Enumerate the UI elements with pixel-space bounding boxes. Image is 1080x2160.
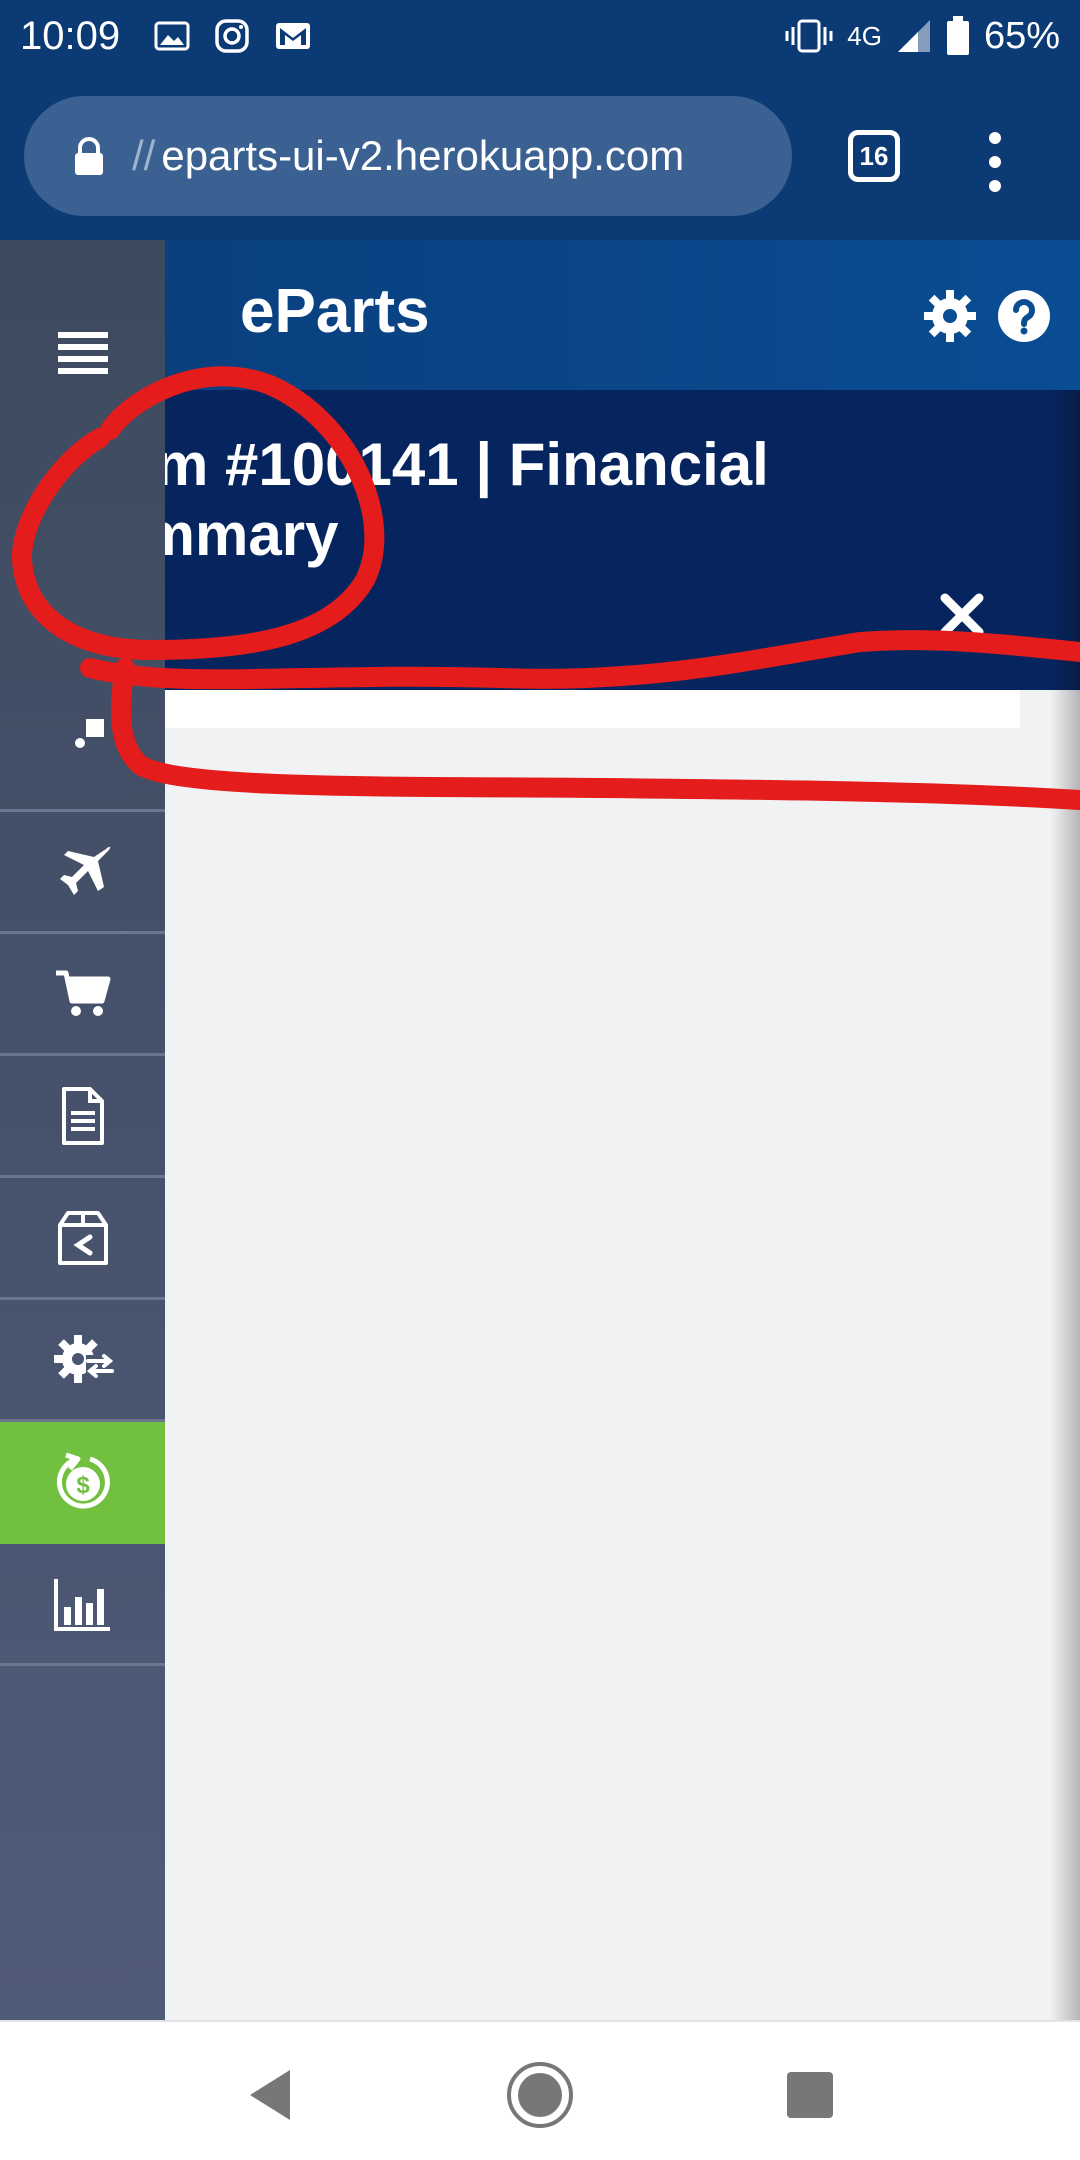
- menu-icon: [57, 332, 108, 374]
- browser-toolbar: // eparts-ui-v2.herokuapp.com 16: [0, 72, 1080, 240]
- recents-icon[interactable]: [775, 2060, 845, 2130]
- partially-hidden-icon: [74, 718, 104, 748]
- tab-count: 16: [859, 140, 889, 171]
- home-icon[interactable]: [505, 2060, 575, 2130]
- network-type: 4G: [847, 20, 882, 51]
- sidebar-item-financials[interactable]: $: [0, 1422, 165, 1544]
- url-scheme: //: [132, 132, 156, 179]
- cart-icon: [55, 970, 110, 1016]
- box-return-icon: [57, 1210, 108, 1265]
- document-icon: [61, 1086, 104, 1145]
- lock-icon: [75, 137, 103, 175]
- svg-text:$: $: [76, 1472, 90, 1499]
- page-title: aim #100141 | Financial ummary: [165, 431, 769, 568]
- help-icon[interactable]: [996, 288, 1052, 344]
- status-bar: 10:09 4G 65%: [0, 0, 1080, 72]
- airplane-icon: [59, 846, 110, 895]
- signal-icon: [897, 20, 930, 52]
- content-strip: [165, 690, 1020, 728]
- sidebar-item-flights[interactable]: [0, 812, 165, 934]
- system-nav-bar: [0, 2020, 1080, 2160]
- page-title-band: aim #100141 | Financial ummary: [165, 390, 1080, 690]
- instagram-icon: [215, 19, 249, 53]
- battery-percent: 65%: [983, 14, 1060, 57]
- gallery-icon: [154, 21, 190, 51]
- sidebar-item-settings-exchange[interactable]: [0, 1300, 165, 1422]
- sidebar: $: [0, 240, 165, 2020]
- vibrate-icon: [785, 19, 833, 53]
- sidebar-item-reports[interactable]: [0, 1544, 165, 1666]
- tab-switcher-button[interactable]: 16: [848, 130, 900, 182]
- sidebar-item-menu[interactable]: [0, 292, 165, 414]
- gmail-icon: [276, 23, 311, 49]
- gear-exchange-icon: [53, 1334, 114, 1383]
- sidebar-item-returns[interactable]: [0, 1178, 165, 1300]
- sidebar-item-cart[interactable]: [0, 934, 165, 1056]
- panel-shadow: [1050, 390, 1080, 2020]
- battery-icon: [946, 16, 969, 55]
- dollar-refresh-icon: $: [56, 1452, 110, 1509]
- gear-icon[interactable]: [922, 288, 978, 344]
- status-time: 10:09: [20, 13, 121, 58]
- back-icon[interactable]: [236, 2060, 306, 2130]
- browser-menu-button[interactable]: [980, 132, 1010, 192]
- close-icon[interactable]: [937, 590, 987, 640]
- url-text: eparts-ui-v2.herokuapp.com: [161, 132, 685, 179]
- bar-chart-icon: [53, 1578, 110, 1631]
- app-title: eParts: [240, 277, 430, 346]
- address-bar[interactable]: // eparts-ui-v2.herokuapp.com: [24, 96, 792, 216]
- sidebar-item-hidden[interactable]: [0, 690, 165, 812]
- sidebar-item-documents[interactable]: [0, 1056, 165, 1178]
